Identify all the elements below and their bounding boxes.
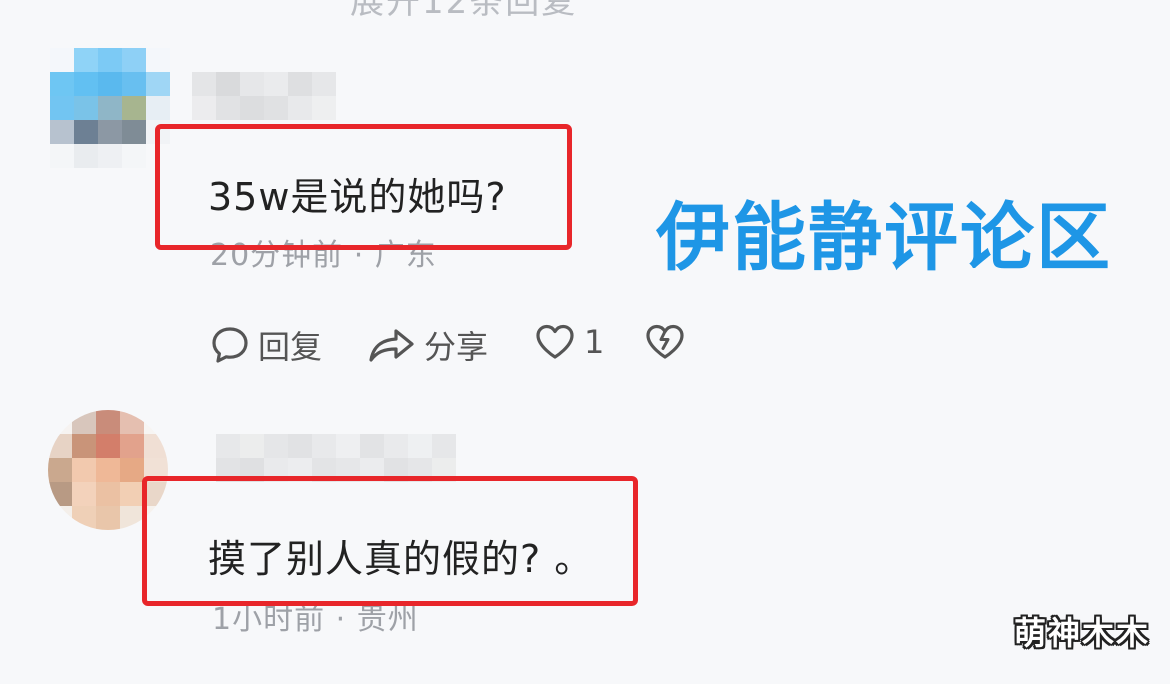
- highlight-box: [155, 124, 572, 250]
- broken-heart-icon: [644, 322, 686, 362]
- comment-item: 摸了别人真的假的? 。 1小时前 · 贵州: [0, 400, 1170, 684]
- avatar[interactable]: [50, 48, 170, 168]
- share-arrow-icon: [368, 325, 416, 365]
- username[interactable]: [216, 434, 456, 482]
- heart-icon: [534, 322, 576, 362]
- like-count: 1: [584, 323, 605, 361]
- reply-label: 回复: [258, 328, 323, 366]
- overlay-caption: 伊能静评论区: [656, 195, 1112, 281]
- watermark-text: 萌神木木: [1013, 614, 1150, 652]
- dislike-button[interactable]: [644, 322, 686, 362]
- like-button[interactable]: 1: [534, 322, 604, 362]
- highlight-box: [142, 476, 638, 606]
- reply-button[interactable]: 回复: [210, 322, 322, 368]
- share-button[interactable]: 分享: [368, 322, 488, 368]
- username[interactable]: [192, 72, 336, 120]
- comment-bubble-icon: [210, 325, 250, 365]
- share-label: 分享: [424, 328, 489, 366]
